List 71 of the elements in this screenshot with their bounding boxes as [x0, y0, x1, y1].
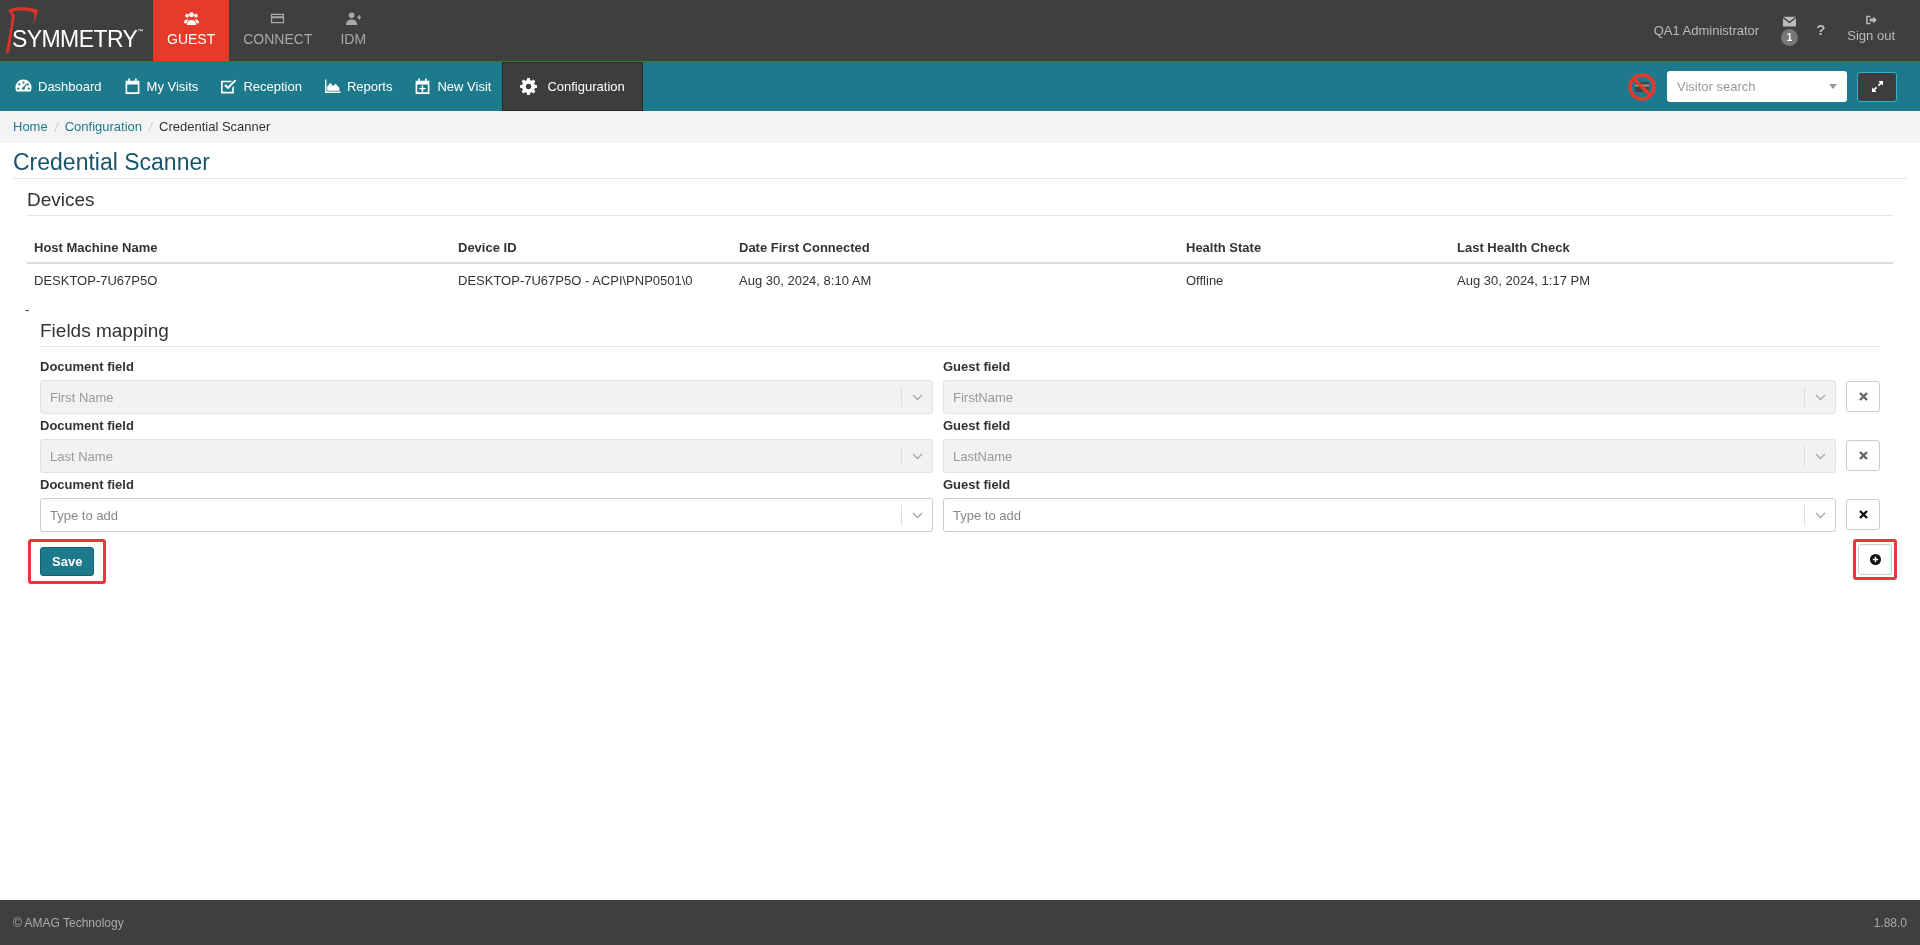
user-name[interactable]: QA1 Administrator: [1653, 20, 1760, 41]
close-icon: [1858, 510, 1868, 519]
fullscreen-button[interactable]: [1857, 71, 1897, 102]
nav-tab[interactable]: Configuration: [502, 62, 643, 111]
column-header: Host Machine Name: [34, 240, 158, 256]
table-cell: Aug 30, 2024, 8:10 AM: [739, 273, 872, 289]
save-button[interactable]: Save: [40, 547, 95, 576]
copyright-text: © AMAG Technology: [13, 914, 124, 932]
version-text: 1.88.0: [1873, 914, 1907, 932]
column-header: Last Health Check: [1457, 240, 1570, 256]
section-heading: Devices: [27, 188, 96, 212]
column-header: Health State: [1186, 240, 1262, 256]
table-cell: DESKTOP-7U67P5O: [34, 273, 158, 289]
breadcrumb-link[interactable]: Configuration: [64, 117, 142, 137]
close-icon: [1858, 392, 1868, 401]
chevron-down-icon: [1815, 511, 1826, 519]
dash-mark: -: [25, 303, 30, 317]
plus-circle-icon: [1869, 554, 1881, 565]
nav-tab[interactable]: New Visit: [403, 62, 503, 111]
nav-tab[interactable]: My Visits: [112, 62, 210, 111]
sign-out-button[interactable]: Sign out: [1847, 0, 1895, 61]
breadcrumb-link[interactable]: Home: [13, 117, 48, 137]
checkbox-icon: [220, 78, 238, 95]
table-cell: Offline: [1186, 273, 1224, 289]
visitor-search-field[interactable]: Visitor search: [1667, 71, 1847, 102]
select-field[interactable]: Type to add: [943, 498, 1836, 532]
area-chart-icon: [323, 78, 341, 95]
calendar-plus-icon: [414, 78, 432, 95]
breadcrumb-current: Credential Scanner: [159, 118, 271, 137]
card-icon: [270, 11, 286, 26]
breadcrumb-separator-icon: [53, 122, 59, 132]
field-label: Guest field: [943, 418, 1012, 434]
brand-logo: SYMMETRY: [12, 26, 138, 52]
field-label: Document field: [40, 418, 135, 434]
page-title: Credential Scanner: [13, 148, 211, 177]
field-label: Document field: [40, 359, 135, 375]
gauge-icon: [15, 78, 32, 95]
no-card-icon: [1627, 71, 1657, 102]
section-heading: Fields mapping: [40, 319, 170, 343]
message-count-badge: 1: [1781, 28, 1799, 46]
calendar-icon: [123, 78, 141, 95]
app-tab[interactable]: GUEST: [153, 0, 230, 61]
chevron-down-icon: [1815, 393, 1826, 401]
column-header: Device ID: [458, 240, 517, 256]
users-icon: [183, 11, 199, 26]
nav-tab[interactable]: Reports: [312, 62, 404, 111]
settings-icon: [520, 78, 538, 95]
help-button[interactable]: ?: [1816, 19, 1826, 42]
column-header: Date First Connected: [739, 240, 870, 256]
mail-icon: [1783, 15, 1797, 27]
field-label: Guest field: [943, 359, 1012, 375]
app-tab[interactable]: IDM: [326, 0, 381, 61]
nav-tab[interactable]: Dashboard: [4, 62, 113, 111]
dropdown-caret-icon: [1829, 84, 1837, 89]
breadcrumb-separator-icon: [148, 122, 153, 132]
remove-button[interactable]: [1846, 499, 1880, 530]
table-cell: Aug 30, 2024, 1:17 PM: [1457, 273, 1590, 289]
app-tab[interactable]: CONNECT: [229, 0, 327, 61]
chevron-down-icon: [1815, 452, 1826, 460]
field-label: Document field: [40, 477, 135, 493]
table-cell: DESKTOP-7U67P5O - ACPI\PNP0501\0: [458, 273, 693, 289]
close-icon: [1858, 451, 1868, 460]
chevron-down-icon: [912, 393, 923, 401]
expand-icon: [1871, 81, 1883, 92]
chevron-down-icon: [912, 511, 923, 519]
select-field[interactable]: Type to add: [40, 498, 933, 532]
user-plus-icon: [345, 11, 361, 26]
nav-tab[interactable]: Reception: [209, 62, 313, 111]
field-label: Guest field: [943, 477, 1012, 493]
sign-out-icon: [1865, 15, 1877, 26]
chevron-down-icon: [912, 452, 923, 460]
